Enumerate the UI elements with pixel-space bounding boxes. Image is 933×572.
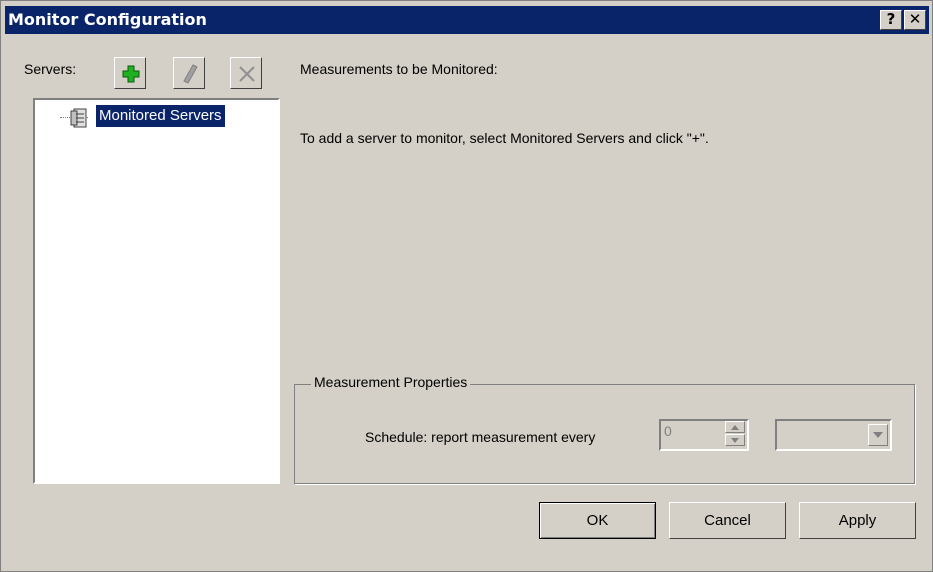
servers-tree[interactable]: Monitored Servers (33, 98, 280, 484)
title-bar[interactable]: Monitor Configuration ? ✕ (5, 6, 929, 34)
delete-server-button[interactable] (230, 57, 262, 89)
x-icon (239, 66, 255, 82)
server-database-icon (70, 108, 87, 128)
group-legend: Measurement Properties (311, 374, 471, 390)
chevron-down-icon (873, 432, 883, 438)
interval-unit-select[interactable] (775, 419, 892, 451)
help-button[interactable]: ? (880, 10, 902, 30)
plus-icon (122, 65, 140, 83)
edit-server-button[interactable] (173, 57, 205, 89)
pencil-icon (183, 64, 198, 84)
cancel-button[interactable]: Cancel (669, 502, 786, 539)
dropdown-button[interactable] (868, 424, 888, 446)
tree-node-monitored-servers[interactable]: Monitored Servers (96, 105, 225, 127)
servers-label: Servers: (24, 61, 77, 77)
measurement-properties-group: Measurement Properties Schedule: report … (294, 374, 915, 484)
measurements-title: Measurements to be Monitored: (300, 61, 498, 77)
window-title: Monitor Configuration (8, 10, 207, 29)
arrow-up-icon (731, 425, 739, 430)
ok-button[interactable]: OK (539, 502, 656, 539)
measurements-hint: To add a server to monitor, select Monit… (300, 130, 709, 146)
spin-down-button[interactable] (725, 434, 745, 446)
interval-spinner[interactable]: 0 (659, 419, 749, 451)
schedule-label: Schedule: report measurement every (365, 429, 596, 445)
arrow-down-icon (731, 438, 739, 443)
apply-button[interactable]: Apply (799, 502, 916, 539)
interval-value: 0 (664, 423, 672, 439)
close-button[interactable]: ✕ (904, 10, 926, 30)
monitor-configuration-dialog: Monitor Configuration ? ✕ Servers: Monit… (0, 0, 933, 572)
spin-up-button[interactable] (725, 421, 745, 433)
add-server-button[interactable] (114, 57, 146, 89)
